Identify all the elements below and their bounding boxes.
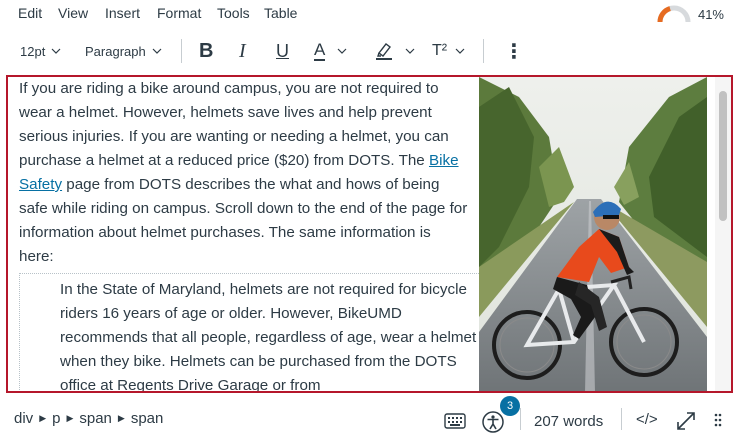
html-editor-toggle[interactable]: </> [636,411,658,428]
block-format-value: Paragraph [85,43,146,59]
toolbar-divider [181,39,182,63]
accessibility-icon [482,411,504,433]
keyboard-shortcuts-button[interactable] [444,413,466,434]
menu-view[interactable]: View [58,5,88,21]
text-color-icon: A [314,40,326,61]
resize-handle-icon [714,413,722,427]
paragraph-text: page from DOTS describes the what and ho… [19,176,468,265]
paragraph-text: If you are riding a bike around campus, … [19,80,449,169]
chevron-down-icon [337,48,347,54]
superscript-button[interactable]: T² [432,30,465,72]
accessibility-issue-badge: 3 [500,396,520,416]
path-span[interactable]: span [131,410,164,427]
rich-text-editor[interactable]: If you are riding a bike around campus, … [6,75,733,393]
superscript-icon: T² [432,42,448,59]
keyboard-icon [444,413,466,429]
highlighter-icon [376,43,392,60]
toolbar: 12pt Paragraph B I U A T² ⋮ [0,30,736,72]
chevron-down-icon [152,48,162,54]
path-span[interactable]: span [79,410,112,427]
menu-tools[interactable]: Tools [217,5,250,21]
toolbar-divider [483,39,484,63]
resize-handle[interactable] [714,413,722,434]
menu-table[interactable]: Table [264,5,297,21]
menu-format[interactable]: Format [157,5,201,21]
chevron-down-icon [405,48,415,54]
cyclist-image[interactable] [479,77,707,391]
intro-paragraph[interactable]: If you are riding a bike around campus, … [19,77,469,269]
helmet-quote[interactable]: In the State of Maryland, helmets are no… [19,273,481,391]
editor-scrollbar[interactable] [715,77,731,391]
statusbar-divider [621,408,622,430]
fullscreen-button[interactable] [675,410,697,437]
accessibility-checker-button[interactable] [481,410,505,438]
word-count[interactable]: 207 words [534,413,603,430]
path-caret-icon: ▶ [66,413,74,423]
editor-content[interactable]: If you are riding a bike around campus, … [19,77,481,391]
cyclist-photo [479,77,707,391]
menu-insert[interactable]: Insert [105,5,140,21]
menu-edit[interactable]: Edit [18,5,42,21]
element-path: div ▶ p ▶ span ▶ span [14,410,163,427]
highlight-color-button[interactable] [375,30,415,72]
path-caret-icon: ▶ [117,413,125,423]
statusbar-divider [520,408,521,430]
text-color-button[interactable]: A [314,30,347,72]
menubar: Edit View Insert Format Tools Table 41% [0,0,736,28]
block-format-select[interactable]: Paragraph [85,30,162,72]
font-size-select[interactable]: 12pt [20,30,61,72]
scrollbar-thumb[interactable] [719,91,727,221]
font-size-value: 12pt [20,43,46,59]
path-p[interactable]: p [52,410,60,427]
italic-button[interactable]: I [239,30,246,72]
bold-button[interactable]: B [199,30,213,72]
content-progress: 41% [656,2,724,26]
chevron-down-icon [455,48,465,54]
path-caret-icon: ▶ [39,413,47,423]
chevron-down-icon [51,48,61,54]
path-div[interactable]: div [14,410,33,427]
fullscreen-icon [677,412,695,430]
statusbar: div ▶ p ▶ span ▶ span 3 207 words </> [0,396,736,438]
underline-button[interactable]: U [276,30,289,72]
more-options-button[interactable]: ⋮ [504,30,524,72]
progress-percent: 41% [697,6,724,22]
progress-gauge-icon [657,5,691,23]
